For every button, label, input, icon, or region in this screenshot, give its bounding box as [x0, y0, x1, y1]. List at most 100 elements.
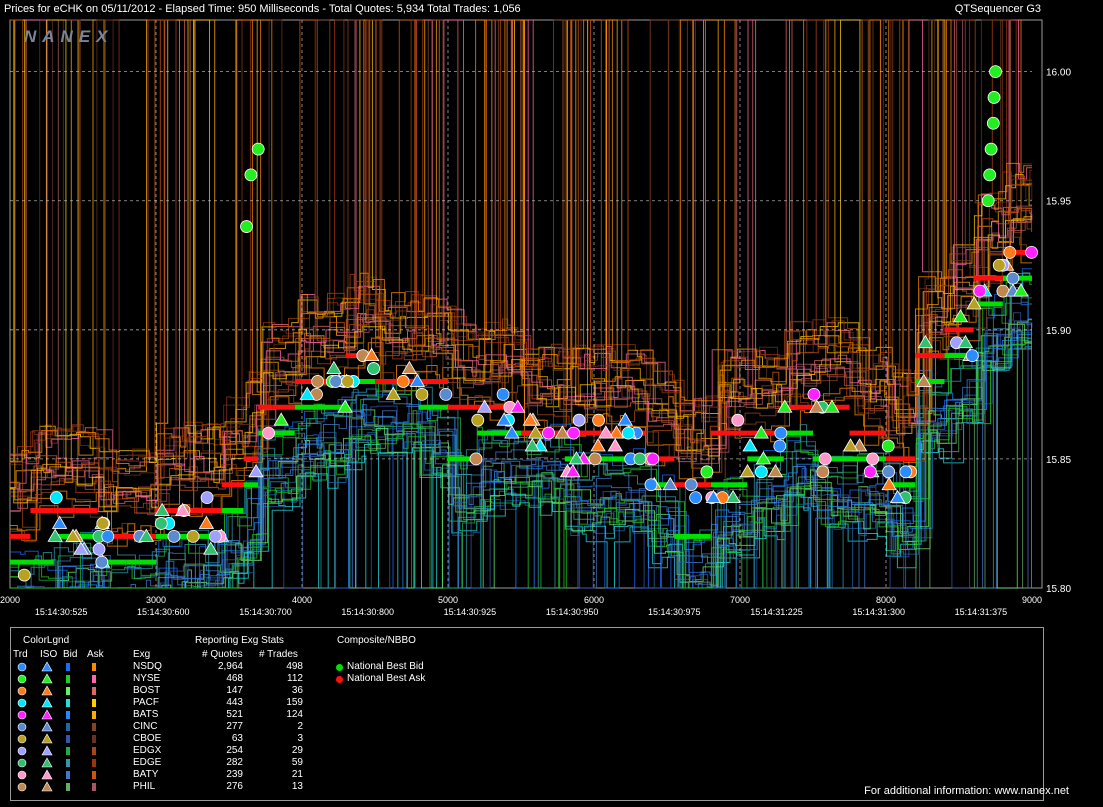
trade-marker: [167, 529, 181, 543]
nanex-logo: NANEX: [24, 27, 114, 46]
trade-swatch: [17, 686, 27, 696]
trade-marker: [496, 387, 510, 401]
trade-marker: [700, 465, 714, 479]
trade-marker: [807, 387, 821, 401]
exchange-name: CBOE: [133, 733, 162, 744]
iso-swatch: [41, 661, 53, 672]
trade-marker: [981, 194, 995, 208]
exchange-swatches: [17, 781, 96, 792]
trade-marker: [96, 517, 110, 530]
bid-swatch: [66, 663, 70, 671]
y-tick-label: 15.85: [1046, 455, 1071, 466]
trade-marker: [471, 413, 485, 427]
trade-marker: [396, 375, 410, 388]
exchange-row: BATY 239 21: [11, 769, 311, 781]
trade-marker: [986, 116, 1000, 130]
exchange-trades: 112: [287, 673, 303, 684]
trade-swatch: [17, 758, 27, 768]
x-time-label: 15:14:30:950: [546, 607, 599, 617]
exchange-quotes: 521: [226, 709, 243, 720]
trade-marker: [965, 349, 979, 363]
iso-swatch: [41, 697, 53, 708]
iso-swatch: [41, 769, 53, 780]
exchange-swatches: [17, 721, 96, 732]
col-header-exg: Exg: [133, 649, 151, 660]
trade-marker: [644, 478, 658, 492]
y-tick-label: 15.95: [1046, 197, 1071, 208]
trade-marker: [621, 426, 635, 440]
iso-swatch: [41, 745, 53, 756]
ask-swatch: [92, 675, 96, 683]
trade-swatch: [17, 722, 27, 732]
trade-marker: [882, 465, 896, 479]
bid-swatch: [66, 699, 70, 707]
exchange-quotes: 276: [226, 781, 243, 792]
trade-marker: [989, 65, 1002, 79]
trade-swatch: [17, 710, 27, 720]
x-time-label: 15:14:30:700: [239, 607, 292, 617]
trade-marker: [208, 529, 222, 543]
exchange-name: BATY: [133, 769, 159, 780]
x-time-label: 15:14:30:525: [35, 607, 88, 617]
bid-swatch: [66, 735, 70, 743]
col-header-ask: Ask: [87, 649, 104, 660]
composite-title: Composite/NBBO: [337, 635, 416, 646]
trade-marker: [95, 555, 109, 569]
trade-marker: [899, 465, 913, 479]
trade-marker: [415, 387, 429, 401]
x-time-label: 15:14:30:600: [137, 607, 190, 617]
trade-marker: [262, 426, 275, 440]
exchange-name: CINC: [133, 721, 158, 732]
exchange-trades: 21: [291, 769, 303, 780]
trade-swatch: [17, 674, 27, 684]
trade-marker: [754, 465, 768, 479]
bid-swatch: [66, 723, 70, 731]
exchange-name: BOST: [133, 685, 161, 696]
exchange-quotes: 468: [226, 673, 243, 684]
exchange-row: BOST 147 36: [11, 685, 311, 697]
x-seq-label: 8000: [876, 595, 896, 605]
exchange-quotes: 282: [226, 757, 243, 768]
col-header-bid: Bid: [63, 649, 78, 660]
exchange-trades: 13: [291, 781, 303, 792]
trade-marker: [881, 439, 895, 453]
bid-swatch: [66, 711, 70, 719]
trade-marker: [186, 529, 200, 543]
trade-marker: [1025, 245, 1038, 259]
exchange-name: BATS: [133, 709, 159, 720]
y-tick-label: 15.90: [1046, 326, 1071, 337]
exchange-row: EDGX 254 29: [11, 745, 311, 757]
trade-marker: [1006, 271, 1020, 285]
bid-swatch: [66, 747, 70, 755]
exchange-name: EDGX: [133, 745, 162, 756]
trade-swatch: [17, 698, 27, 708]
trade-marker: [311, 375, 325, 388]
trade-marker: [439, 387, 453, 401]
stats-header-quotes: # Quotes: [202, 649, 243, 660]
x-seq-label: 4000: [292, 595, 312, 605]
ask-swatch: [92, 663, 96, 671]
bid-swatch: [66, 759, 70, 767]
composite-row: National Best Bid: [333, 661, 483, 673]
exchange-swatches: [17, 673, 96, 684]
trade-marker: [983, 168, 997, 182]
exchange-swatches: [17, 757, 96, 768]
exchange-trades: 29: [291, 745, 303, 756]
composite-label: National Best Ask: [347, 673, 426, 684]
trade-marker: [251, 142, 265, 156]
ask-swatch: [92, 711, 96, 719]
exchange-row: CINC 277 2: [11, 721, 311, 733]
trade-marker: [17, 568, 31, 582]
trade-swatch: [17, 770, 27, 780]
exchange-swatches: [17, 685, 96, 696]
y-tick-label: 16.00: [1046, 68, 1071, 79]
exchange-trades: 59: [291, 757, 303, 768]
trade-swatch: [17, 782, 27, 792]
trade-marker: [863, 465, 877, 479]
ask-swatch: [92, 783, 96, 791]
price-chart: 16.00 15.95 15.90 15.85 15.80 2000 3000 4000 500…: [0, 19, 1071, 617]
x-time-label: 15:14:31:300: [852, 607, 905, 617]
exchange-name: PACF: [133, 697, 159, 708]
trade-marker: [101, 529, 115, 543]
trade-marker: [469, 452, 483, 466]
